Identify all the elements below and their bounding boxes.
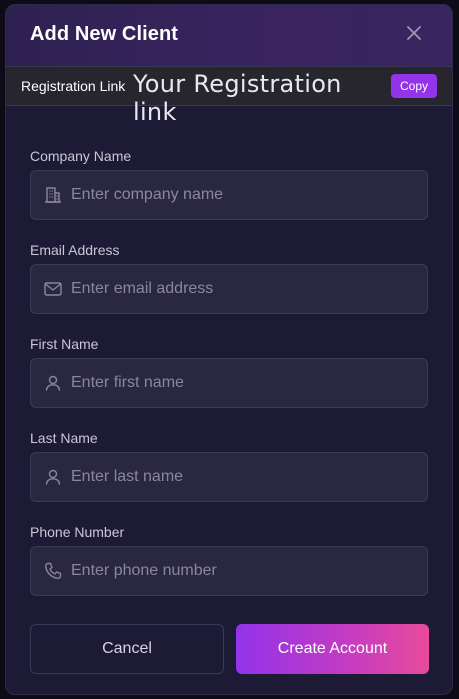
modal-header: Add New Client <box>6 5 452 66</box>
user-icon <box>43 373 63 393</box>
company-name-field-wrapper[interactable] <box>30 170 428 220</box>
phone-icon <box>43 561 63 581</box>
first-name-field-wrapper[interactable] <box>30 358 428 408</box>
first-name-label: First Name <box>30 336 99 352</box>
modal-title: Add New Client <box>30 23 179 45</box>
phone-number-field-wrapper[interactable] <box>30 546 428 596</box>
registration-link-bar: Registration Link Your Registration link… <box>6 66 452 126</box>
first-name-input[interactable] <box>71 359 419 407</box>
registration-link-label: Registration Link <box>21 78 126 94</box>
mail-icon <box>43 279 63 299</box>
building-icon <box>43 185 63 205</box>
email-address-input[interactable] <box>71 265 419 313</box>
close-button[interactable] <box>402 21 426 45</box>
create-account-button[interactable]: Create Account <box>236 624 429 674</box>
cancel-button[interactable]: Cancel <box>30 624 224 674</box>
add-client-modal: Add New Client Registration Link Your Re… <box>5 4 453 695</box>
registration-link-value[interactable]: Your Registration link <box>133 70 383 126</box>
last-name-field-wrapper[interactable] <box>30 452 428 502</box>
email-address-label: Email Address <box>30 242 120 258</box>
company-name-label: Company Name <box>30 148 132 164</box>
close-icon <box>407 26 421 40</box>
phone-number-input[interactable] <box>71 547 419 595</box>
email-address-field-wrapper[interactable] <box>30 264 428 314</box>
last-name-label: Last Name <box>30 430 98 446</box>
company-name-input[interactable] <box>71 171 419 219</box>
user-icon <box>43 467 63 487</box>
copy-button[interactable]: Copy <box>391 74 437 98</box>
phone-number-label: Phone Number <box>30 524 125 540</box>
last-name-input[interactable] <box>71 453 419 501</box>
